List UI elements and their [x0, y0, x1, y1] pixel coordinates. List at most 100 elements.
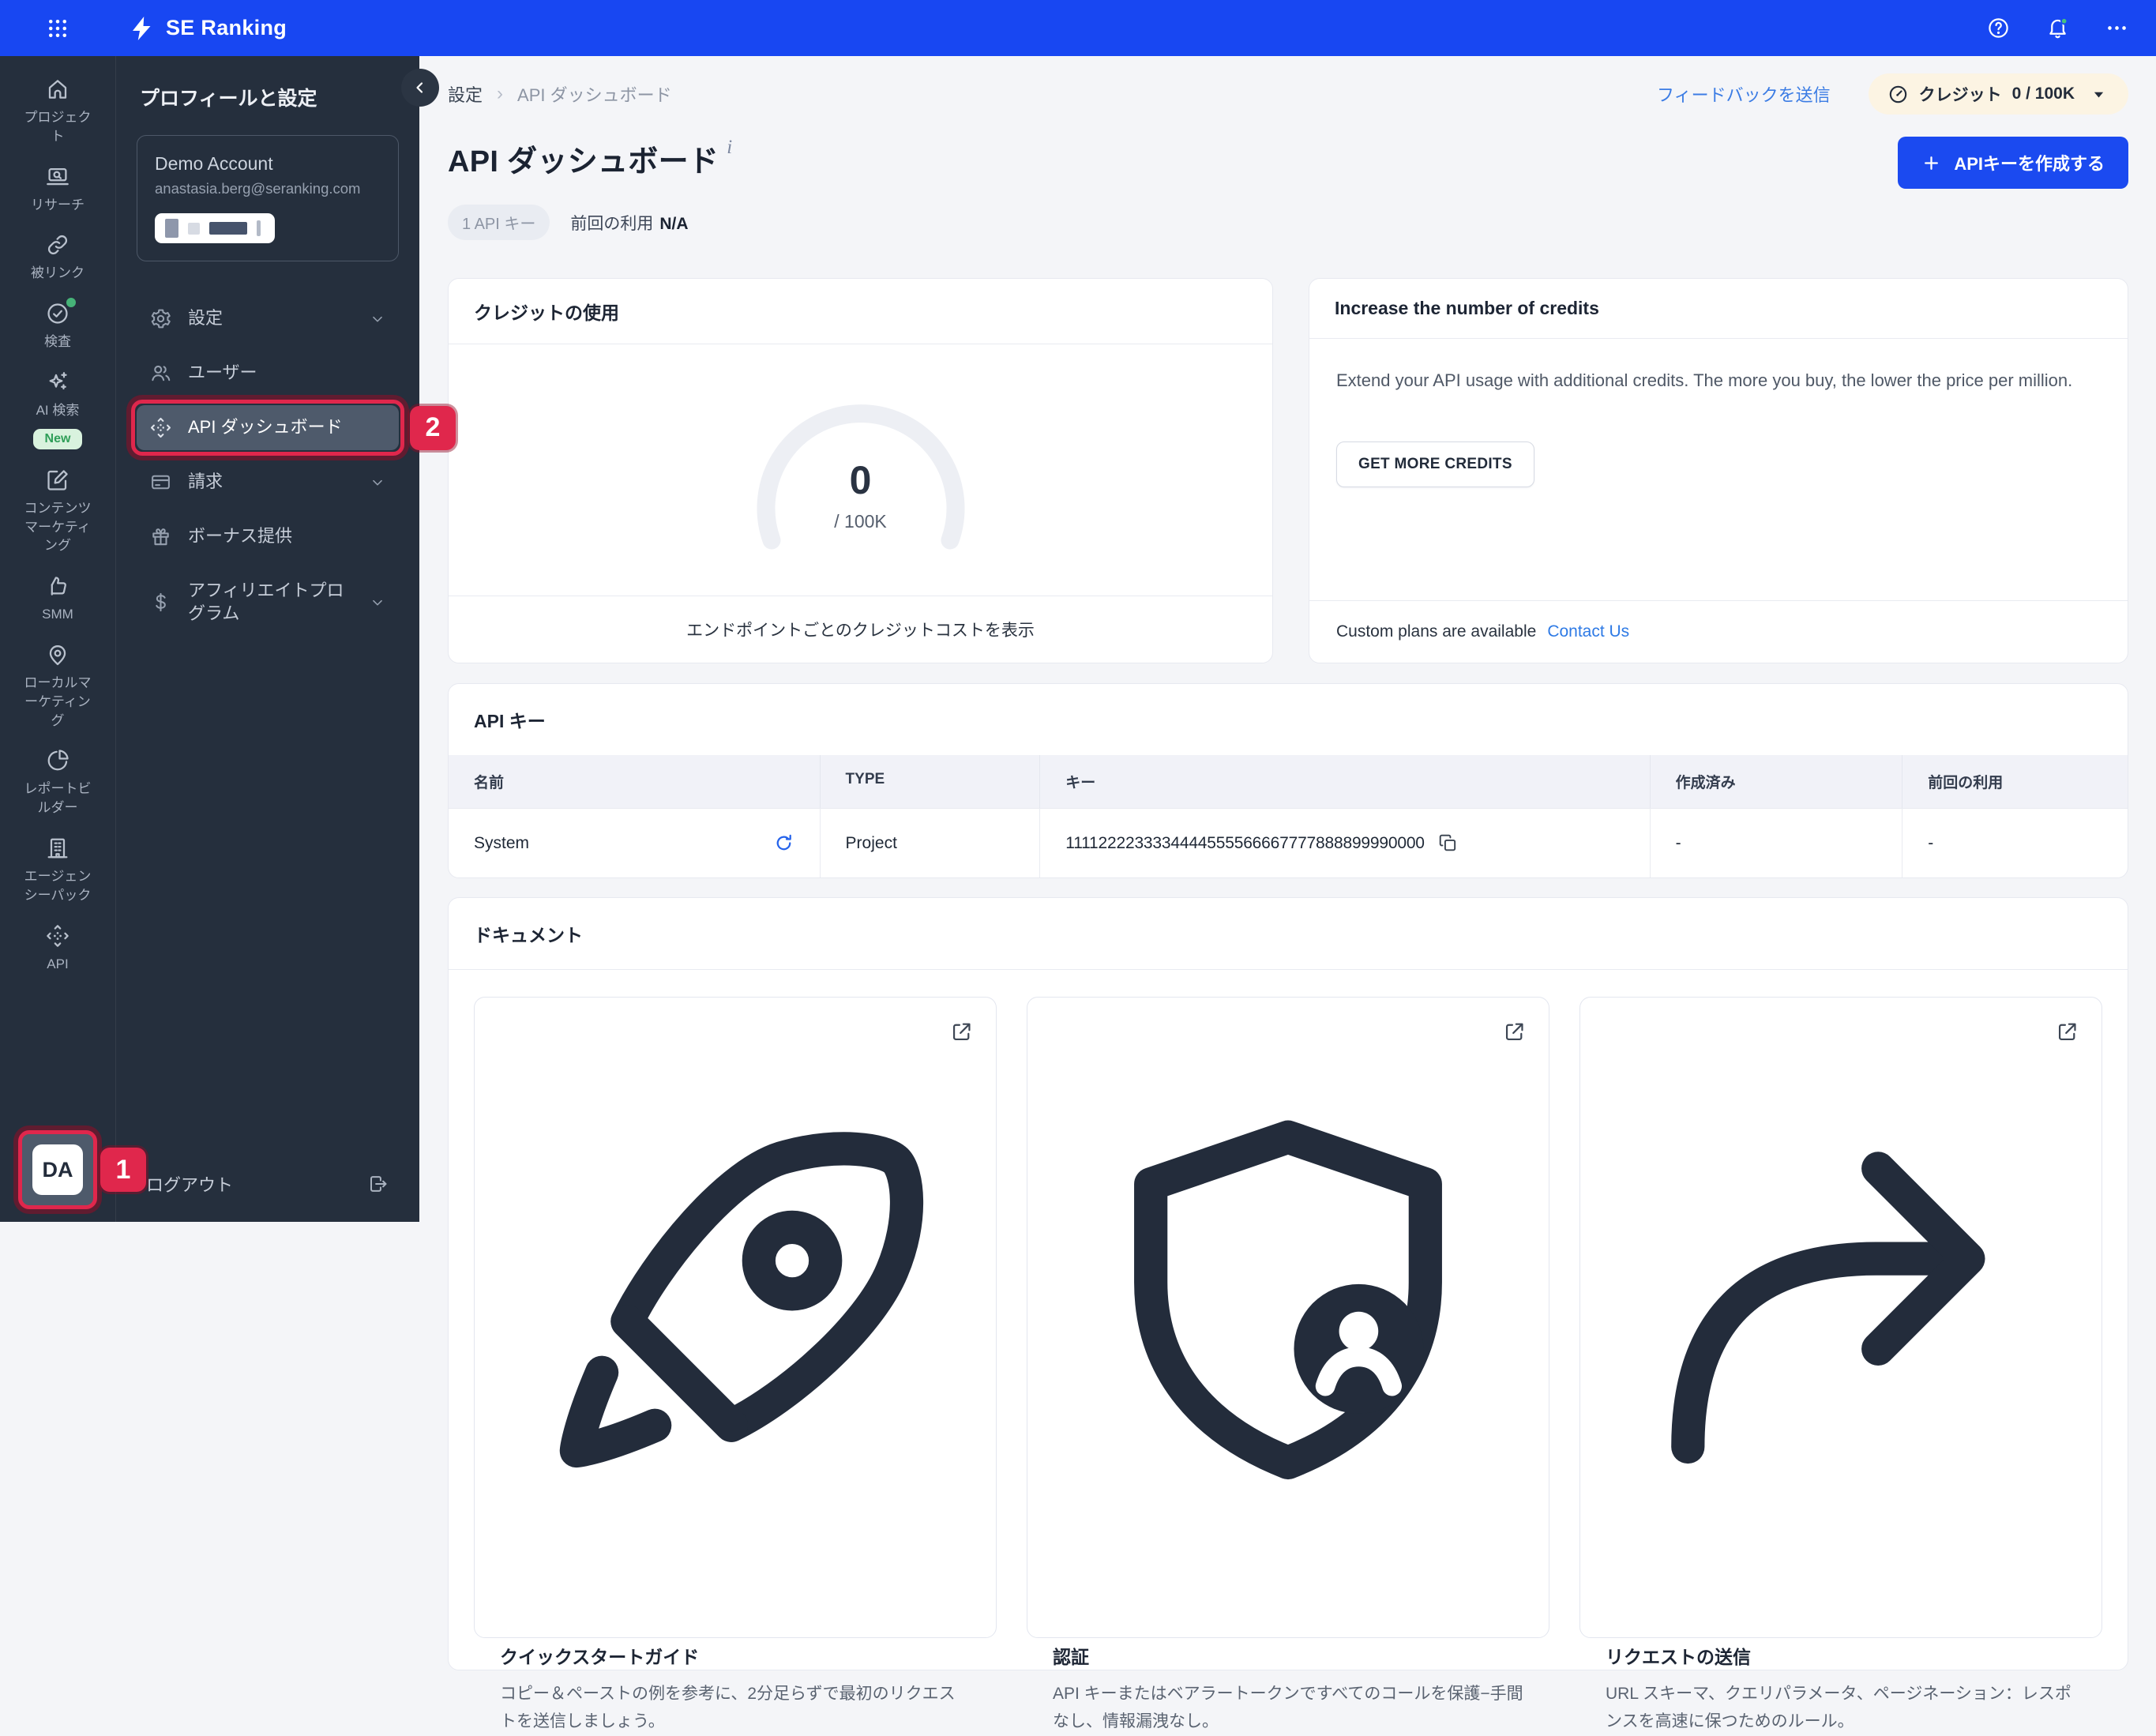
rail-item-API[interactable]: API [24, 923, 92, 974]
rocket-icon [500, 1021, 971, 1614]
sidebar-item-アフィリエイトプログラム[interactable]: アフィリエイトプログラム [137, 569, 399, 636]
thumbs-up-icon [45, 573, 70, 599]
shield-user-icon [1053, 1021, 1523, 1614]
credit-usage-gauge: 0 / 100K [742, 389, 979, 551]
sidebar-collapse-button[interactable] [401, 69, 439, 107]
map-pin-icon [45, 642, 70, 667]
doc-title: クイックスタートガイド [500, 1642, 971, 1669]
page-title: API ダッシュボード [448, 137, 719, 180]
breadcrumb-separator: › [497, 83, 503, 105]
credit-usage-title: クレジットの使用 [449, 279, 1272, 344]
notifications-bell-icon[interactable] [2045, 16, 2070, 40]
key-created: - [1651, 808, 1903, 877]
doc-card-クイックスタートガイド[interactable]: クイックスタートガイド コピー＆ペーストの例を参考に、2分足らずで最初のリクエス… [474, 997, 997, 1638]
annotation-badge-1: 1 [100, 1148, 146, 1192]
logout-label: ログアウト [146, 1171, 233, 1197]
send-feedback-link[interactable]: フィードバックを送信 [1657, 81, 1831, 107]
breadcrumb-current: API ダッシュボード [517, 81, 672, 107]
rail-item-AI 検索[interactable]: AI 検索 New [24, 370, 92, 449]
dollar-icon [149, 591, 172, 614]
endpoint-costs-link[interactable]: エンドポイントごとのクレジットコストを表示 [449, 596, 1272, 663]
top-bar: SE Ranking [0, 0, 2156, 56]
api-icon [45, 923, 70, 949]
external-link-icon[interactable] [2055, 1020, 2079, 1044]
gear-icon [149, 307, 172, 330]
custom-plans-text: Custom plans are available [1336, 622, 1536, 641]
table-row: System Project 1111222233334444555566667… [449, 808, 2128, 877]
get-more-credits-button[interactable]: GET MORE CREDITS [1336, 442, 1534, 487]
content-edit-icon [45, 468, 70, 493]
sidebar-item-ユーザー[interactable]: ユーザー [137, 351, 399, 396]
contact-us-link[interactable]: Contact Us [1547, 622, 1629, 641]
copy-key-icon[interactable] [1437, 832, 1459, 854]
key-value: 1111222233334444555566667777888899990000 [1065, 834, 1425, 853]
create-api-key-button[interactable]: APIキーを作成する [1898, 137, 2128, 189]
info-icon[interactable]: i [727, 137, 732, 159]
new-badge: New [33, 429, 83, 449]
logout-button[interactable]: ログアウト [137, 1151, 399, 1222]
backlink-icon [45, 232, 70, 257]
doc-description: API キーまたはベアラートークンですべてのコールを保護−手間なし、情報漏洩なし… [1053, 1681, 1523, 1735]
apps-grid-icon[interactable] [46, 17, 69, 40]
table-body: System Project 1111222233334444555566667… [449, 808, 2128, 877]
annotation-box-1: DA [18, 1130, 97, 1209]
caret-down-icon [2088, 84, 2109, 105]
api-keys-title: API キー [449, 684, 2128, 755]
avatar[interactable]: DA [32, 1144, 83, 1195]
doc-title: リクエストの送信 [1606, 1642, 2076, 1669]
logout-icon [367, 1173, 389, 1195]
sidebar-item-ボーナス提供[interactable]: ボーナス提供 [137, 514, 399, 559]
notification-dot [66, 298, 76, 307]
rail-item-コンテンツマーケティング[interactable]: コンテンツマーケティング [24, 468, 92, 555]
pie-chart-icon [45, 748, 70, 773]
account-name: Demo Account [155, 153, 381, 175]
last-use-value: N/A [659, 215, 688, 233]
brand-name: SE Ranking [166, 16, 287, 40]
rail-item-エージェンシーパック[interactable]: エージェンシーパック [24, 836, 92, 905]
chevron-left-icon [411, 78, 430, 97]
left-icon-rail: プロジェクト リサーチ 被リンク 検査 AI 検索 New コンテンツマーケティ… [0, 56, 115, 1222]
home-icon [45, 77, 70, 102]
credits-limit: / 100K [742, 511, 979, 532]
key-last-use: - [1902, 808, 2128, 877]
refresh-key-icon[interactable] [773, 832, 794, 854]
external-link-icon[interactable] [949, 1020, 974, 1044]
sidebar-item-設定[interactable]: 設定 [137, 296, 399, 341]
doc-card-リクエストの送信[interactable]: リクエストの送信 URL スキーマ、クエリパラメータ、ページネーション：レスポン… [1579, 997, 2102, 1638]
documents-card: ドキュメント クイックスタートガイド コピー＆ペーストの例を参考に、2分足らずで… [448, 897, 2128, 1670]
rail-item-リサーチ[interactable]: リサーチ [24, 164, 92, 215]
more-menu-icon[interactable] [2105, 16, 2129, 40]
rail-item-検査[interactable]: 検査 [24, 301, 92, 351]
account-card: Demo Account anastasia.berg@seranking.co… [137, 135, 399, 261]
api-key-count-badge: 1 API キー [448, 205, 550, 240]
doc-card-認証[interactable]: 認証 API キーまたはベアラートークンですべてのコールを保護−手間なし、情報漏… [1027, 997, 1549, 1638]
column-header: キー [1040, 755, 1650, 808]
column-header: TYPE [821, 755, 1041, 808]
credits-dropdown[interactable]: クレジット 0 / 100K [1869, 73, 2128, 115]
credits-value: 0 / 100K [2012, 85, 2075, 103]
help-icon[interactable] [1986, 16, 2011, 40]
increase-credits-title: Increase the number of credits [1309, 279, 2128, 339]
key-name: System [474, 834, 529, 853]
table-header-row: 名前TYPEキー作成済み前回の利用 [449, 755, 2128, 808]
external-link-icon[interactable] [1502, 1020, 1527, 1044]
rail-item-被リンク[interactable]: 被リンク [24, 232, 92, 283]
credits-used-value: 0 [742, 457, 979, 503]
last-use-summary: 前回の利用N/A [570, 211, 688, 235]
building-icon [45, 836, 70, 861]
rail-item-レポートビルダー[interactable]: レポートビルダー [24, 748, 92, 817]
breadcrumb-settings[interactable]: 設定 [448, 81, 483, 107]
rail-item-ローカルマーケティング[interactable]: ローカルマーケティング [24, 642, 92, 730]
column-header: 作成済み [1651, 755, 1903, 808]
gift-icon [149, 525, 172, 548]
sidebar-item-API ダッシュボード[interactable]: API ダッシュボード 2 [137, 405, 399, 450]
doc-description: URL スキーマ、クエリパラメータ、ページネーション：レスポンスを高速に保つため… [1606, 1681, 2076, 1735]
brand-logo[interactable]: SE Ranking [128, 14, 287, 43]
sidebar-title: プロフィールと設定 [140, 83, 399, 111]
avatar-gear-icon[interactable] [63, 1175, 89, 1201]
rail-item-SMM[interactable]: SMM [24, 573, 92, 624]
doc-description: コピー＆ペーストの例を参考に、2分足らずで最初のリクエストを送信しましょう。 [500, 1681, 971, 1735]
sidebar-item-請求[interactable]: 請求 [137, 460, 399, 505]
breadcrumb: 設定 › API ダッシュボード フィードバックを送信 クレジット 0 / 10… [448, 77, 2128, 111]
rail-item-プロジェクト[interactable]: プロジェクト [24, 77, 92, 146]
